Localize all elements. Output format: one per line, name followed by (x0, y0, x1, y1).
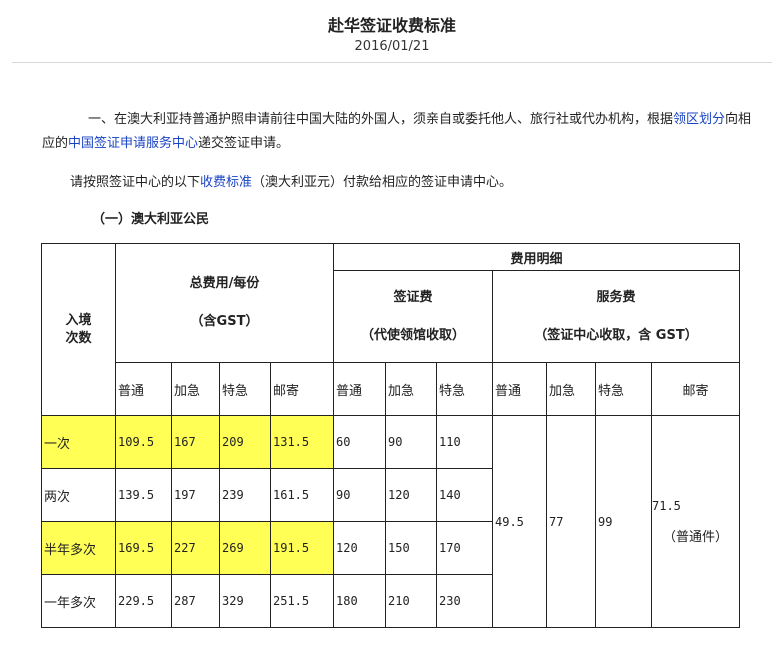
title-divider (12, 62, 772, 63)
total-urgent: 227 (171, 521, 220, 575)
table-row: 一次 109.5 167 209 131.5 60 90 110 49.5 77… (41, 415, 740, 628)
entry-header-line2: 次数 (65, 330, 92, 346)
total-col-express: 特急 (219, 362, 271, 416)
total-mail: 131.5 (270, 415, 334, 469)
total-express: 209 (219, 415, 271, 469)
visa-express: 110 (436, 415, 493, 469)
visa-normal: 60 (333, 415, 386, 469)
page-title: 赴华签证收费标准 (327, 16, 456, 35)
total-mail: 161.5 (270, 468, 334, 522)
service-col-express: 特急 (595, 362, 652, 416)
total-urgent: 197 (171, 468, 220, 522)
visa-fee-header-line1: 签证费 (393, 289, 433, 305)
section-heading: （一）澳大利亚公民 (92, 212, 210, 227)
service-col-urgent: 加急 (546, 362, 596, 416)
visa-express: 170 (436, 521, 493, 575)
visa-normal: 180 (333, 574, 386, 628)
visa-normal: 120 (333, 521, 386, 575)
visa-express: 230 (436, 574, 493, 628)
intro-p2-text-a: 请按照签证中心的以下 (70, 175, 201, 190)
total-col-normal: 普通 (115, 362, 172, 416)
visa-fee-header-line2: （代使领馆收取） (360, 327, 465, 343)
service-fee-header-line1: 服务费 (596, 289, 636, 305)
intro-p2-text-b: （澳大利亚元）付款给相应的签证申请中心。 (252, 175, 513, 190)
fee-standard-link[interactable]: 收费标准 (200, 175, 252, 190)
entry-count-header: 入境 次数 (41, 243, 116, 416)
total-normal: 139.5 (115, 468, 172, 522)
entry-type: 一年多次 (41, 574, 116, 628)
total-normal: 169.5 (115, 521, 172, 575)
visa-urgent: 90 (385, 415, 437, 469)
visa-col-normal: 普通 (333, 362, 386, 416)
intro-p1-text-c: 递交签证申请。 (198, 136, 290, 151)
total-normal: 229.5 (115, 574, 172, 628)
consular-district-link[interactable]: 领区划分 (673, 112, 725, 127)
total-header-line2: （含GST） (190, 314, 259, 329)
total-col-mail: 邮寄 (270, 362, 334, 416)
total-urgent: 167 (171, 415, 220, 469)
visa-urgent: 150 (385, 521, 437, 575)
fee-table: 入境 次数 总费用/每份 （含GST） 费用明细 签证费 （代使领馆收取） 服务… (41, 243, 740, 628)
total-express: 269 (219, 521, 271, 575)
service-mail: 71.5 （普通件） (651, 415, 740, 628)
entry-header-line1: 入境 (65, 312, 92, 328)
fee-detail-header: 费用明细 (333, 243, 740, 271)
service-mail-note: （普通件） (662, 529, 728, 545)
visa-normal: 90 (333, 468, 386, 522)
visa-urgent: 210 (385, 574, 437, 628)
visa-center-link[interactable]: 中国签证申请服务中心 (68, 136, 198, 151)
total-fee-header: 总费用/每份 （含GST） (115, 243, 334, 363)
visa-fee-header: 签证费 （代使领馆收取） (333, 270, 493, 363)
total-express: 239 (219, 468, 271, 522)
total-express: 329 (219, 574, 271, 628)
service-express: 99 (595, 415, 652, 628)
entry-type: 半年多次 (41, 521, 116, 575)
total-header-line1: 总费用/每份 (189, 276, 260, 291)
visa-express: 140 (436, 468, 493, 522)
visa-col-urgent: 加急 (385, 362, 437, 416)
service-fee-header: 服务费 （签证中心收取，含 GST） (492, 270, 740, 363)
service-normal: 49.5 (492, 415, 547, 628)
total-col-urgent: 加急 (171, 362, 220, 416)
intro-paragraph-1: 一、在澳大利亚持普通护照申请前往中国大陆的外国人，须亲自或委托他人、旅行社或代办… (42, 108, 752, 156)
service-col-normal: 普通 (492, 362, 547, 416)
visa-col-express: 特急 (436, 362, 493, 416)
entry-type: 一次 (41, 415, 116, 469)
publish-date: 2016/01/21 (354, 39, 430, 54)
entry-type: 两次 (41, 468, 116, 522)
intro-p1-text-a: 一、在澳大利亚持普通护照申请前往中国大陆的外国人，须亲自或委托他人、旅行社或代办… (88, 112, 674, 127)
service-col-mail: 邮寄 (651, 362, 740, 416)
service-mail-value: 71.5 (652, 498, 681, 513)
total-mail: 191.5 (270, 521, 334, 575)
service-urgent: 77 (546, 415, 596, 628)
visa-urgent: 120 (385, 468, 437, 522)
total-normal: 109.5 (115, 415, 172, 469)
service-fee-header-line2: （签证中心收取，含 GST） (534, 327, 698, 343)
intro-paragraph-2: 请按照签证中心的以下收费标准（澳大利亚元）付款给相应的签证申请中心。 (70, 171, 750, 195)
total-mail: 251.5 (270, 574, 334, 628)
total-urgent: 287 (171, 574, 220, 628)
